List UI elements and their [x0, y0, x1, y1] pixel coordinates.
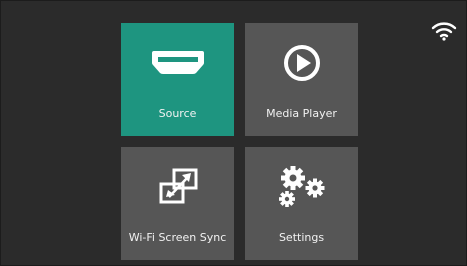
media-player-tile[interactable]: Media Player — [245, 23, 358, 136]
home-screen: Source Media Player Wi-Fi Screen Sync Se… — [0, 0, 467, 266]
hdmi-icon — [121, 41, 234, 85]
wifi-screen-sync-tile[interactable]: Wi-Fi Screen Sync — [121, 147, 234, 260]
source-tile[interactable]: Source — [121, 23, 234, 136]
gears-icon — [245, 165, 358, 209]
wifi-icon — [431, 22, 457, 41]
settings-tile[interactable]: Settings — [245, 147, 358, 260]
media-player-label: Media Player — [266, 107, 337, 120]
settings-label: Settings — [278, 231, 325, 244]
source-label: Source — [158, 107, 197, 120]
play-icon — [245, 41, 358, 85]
screen-mirror-icon — [121, 165, 234, 209]
wifi-screen-sync-label: Wi-Fi Screen Sync — [128, 231, 227, 244]
